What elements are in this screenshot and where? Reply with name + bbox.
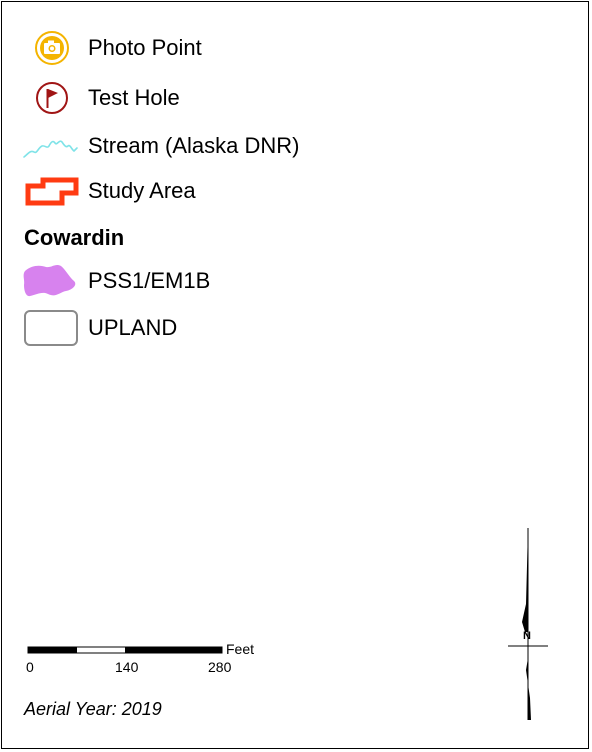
scale-tick-140: 140	[115, 659, 139, 675]
legend-item-photo-point: Photo Point	[22, 28, 202, 68]
camera-icon	[22, 28, 82, 68]
north-arrow-icon: N	[503, 526, 551, 722]
upland-box-icon	[22, 308, 82, 348]
legend-label-photo-point: Photo Point	[88, 35, 202, 60]
legend-label-upland: UPLAND	[88, 315, 178, 340]
legend-item-study-area: Study Area	[22, 171, 196, 211]
legend-heading-cowardin: Cowardin	[24, 225, 125, 250]
legend-label-pss1-em1b: PSS1/EM1B	[88, 268, 211, 293]
scale-tick-280: 280	[208, 659, 232, 675]
aerial-year-text: Aerial Year: 2019	[24, 699, 162, 719]
scale-tick-0: 0	[26, 659, 34, 675]
study-area-outline-icon	[22, 171, 82, 211]
legend-label-test-hole: Test Hole	[88, 85, 180, 110]
legend-label-stream: Stream (Alaska DNR)	[88, 133, 300, 158]
scale-units-label: Feet	[226, 641, 255, 657]
legend-item-upland: UPLAND	[22, 308, 177, 348]
scale-bar: Feet 0 140 280	[26, 640, 286, 680]
flag-icon	[22, 78, 82, 118]
legend-item-test-hole: Test Hole	[22, 78, 180, 118]
north-label: N	[523, 630, 531, 642]
stream-line-icon	[22, 126, 82, 166]
legend-label-study-area: Study Area	[88, 178, 196, 203]
legend-item-stream: Stream (Alaska DNR)	[22, 126, 299, 166]
legend-item-pss1-em1b: PSS1/EM1B	[22, 261, 210, 301]
wetland-polygon-icon	[22, 261, 82, 301]
